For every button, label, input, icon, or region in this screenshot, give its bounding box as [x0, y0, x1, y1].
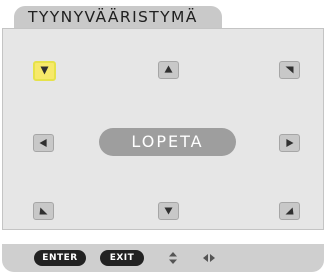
window-title: TYYNYVÄÄRISTYMÄ	[28, 8, 198, 26]
arrow-down-right-icon	[40, 66, 49, 75]
up-down-icon	[169, 252, 177, 264]
arrow-down-left-icon	[285, 66, 294, 74]
arrow-right-icon	[286, 139, 294, 147]
bottom-center-button[interactable]	[158, 202, 179, 220]
top-left-corner-button[interactable]	[33, 61, 56, 81]
arrow-up-left-icon	[285, 207, 294, 215]
exit-key-hint: EXIT	[100, 250, 144, 266]
title-bar: TYYNYVÄÄRISTYMÄ	[14, 6, 222, 30]
top-right-corner-button[interactable]	[279, 61, 300, 79]
top-center-button[interactable]	[158, 61, 179, 79]
left-right-icon	[203, 254, 215, 262]
exit-button[interactable]: LOPETA	[99, 128, 236, 156]
bottom-right-corner-button[interactable]	[279, 202, 300, 220]
arrow-up-right-icon	[39, 207, 48, 215]
enter-key-hint: ENTER	[34, 250, 86, 266]
bottom-left-corner-button[interactable]	[33, 202, 54, 220]
footer-bar: ENTER EXIT	[2, 244, 324, 272]
arrow-up-icon	[164, 65, 173, 73]
pincushion-osd-window: TYYNYVÄÄRISTYMÄ LOPETA ENTER EXIT	[0, 0, 327, 275]
arrow-left-icon	[39, 139, 47, 147]
middle-right-button[interactable]	[279, 134, 300, 152]
arrow-down-icon	[164, 207, 173, 215]
middle-left-button[interactable]	[33, 134, 54, 152]
